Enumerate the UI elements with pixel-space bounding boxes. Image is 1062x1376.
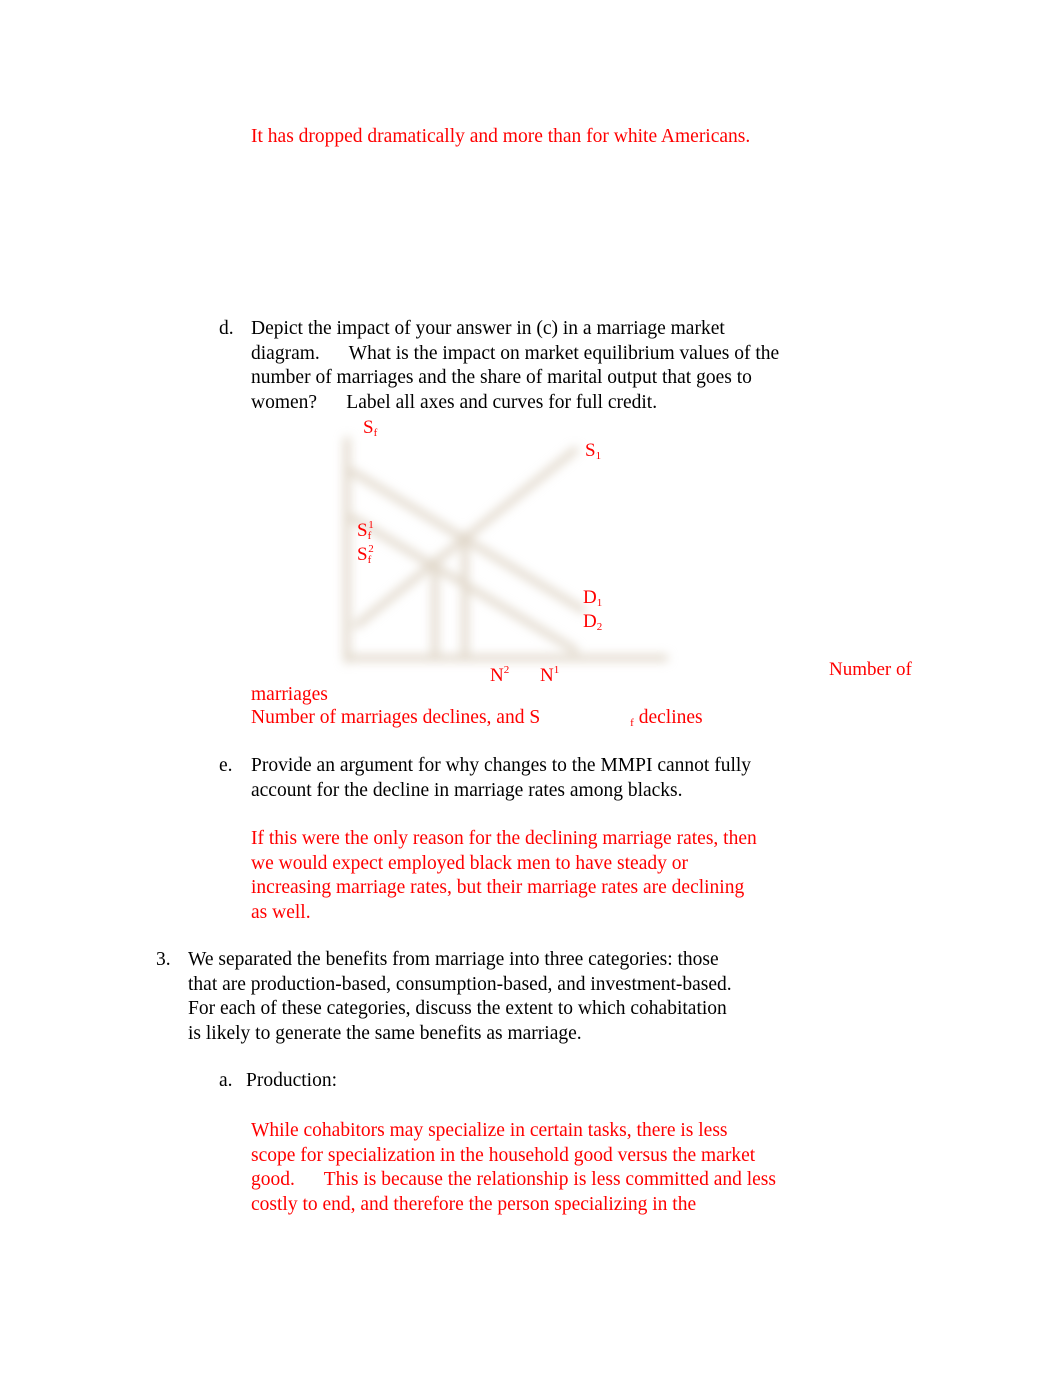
question-d-line: Depict the impact of your answer in (c) … — [251, 318, 725, 339]
question-d-text: Depict the impact of your answer in (c) … — [251, 317, 779, 415]
label-n2: N2 — [490, 664, 510, 686]
label-sf: Sf — [363, 417, 378, 440]
question-3-line: We separated the benefits from marriage … — [188, 949, 719, 970]
label-d1: D1 — [583, 587, 603, 610]
answer-d-text: Number of marriages declines, and Sf dec… — [251, 706, 703, 736]
question-e-text: Provide an argument for why changes to t… — [251, 754, 751, 803]
question-e-line: Provide an argument for why changes to t… — [251, 755, 752, 776]
answer-3a-line: scope for specialization in the househol… — [251, 1144, 756, 1166]
label-n1: N1 — [540, 664, 560, 686]
question-3a-marker: a. — [219, 1070, 233, 1091]
question-3a-label: Production: — [246, 1070, 337, 1091]
answer-d-main: Number of marriages declines, and S — [251, 707, 541, 728]
question-e-marker: e. — [219, 755, 233, 776]
answer-3a-text: While cohabitors may specialize in certa… — [251, 1119, 776, 1217]
label-s1: S1 — [585, 440, 602, 463]
label-d2: D2 — [583, 611, 603, 634]
question-d-line: number of marriages and the share of mar… — [251, 367, 752, 388]
answer-e-line: as well. — [251, 901, 311, 923]
x-axis-label-line1: Number of — [829, 659, 912, 680]
question-d-line: women? Label all axes and curves for ful… — [251, 391, 658, 413]
answer-e-line: If this were the only reason for the dec… — [251, 828, 757, 849]
answer-e-line: increasing marriage rates, but their mar… — [251, 877, 745, 898]
answer-e-text: If this were the only reason for the dec… — [251, 827, 757, 925]
answer-3a-line: good. This is because the relationship i… — [251, 1169, 776, 1190]
question-3-marker: 3. — [156, 949, 171, 970]
answer-3a-line: costly to end, and therefore the person … — [251, 1193, 697, 1215]
question-3-text: We separated the benefits from marriage … — [188, 948, 732, 1046]
question-d-marker: d. — [219, 318, 234, 339]
x-axis-label-line2: marriages — [251, 684, 328, 705]
question-d-line: diagram. What is the impact on market eq… — [251, 342, 780, 364]
label-sf2: Sf2 — [357, 543, 374, 566]
answer-3a-line: While cohabitors may specialize in certa… — [251, 1120, 728, 1141]
question-3-line: is likely to generate the same benefits … — [188, 1022, 582, 1044]
question-3-line: For each of these categories, discuss th… — [188, 998, 727, 1019]
answer-d-tail: declines — [633, 707, 703, 728]
answer-e-line: we would expect employed black men to ha… — [251, 852, 688, 874]
answer-c-text: It has dropped dramatically and more tha… — [251, 126, 751, 147]
question-e-line: account for the decline in marriage rate… — [251, 779, 683, 801]
marriage-market-diagram — [343, 436, 669, 664]
question-3-line: that are production-based, consumption-b… — [188, 973, 732, 995]
